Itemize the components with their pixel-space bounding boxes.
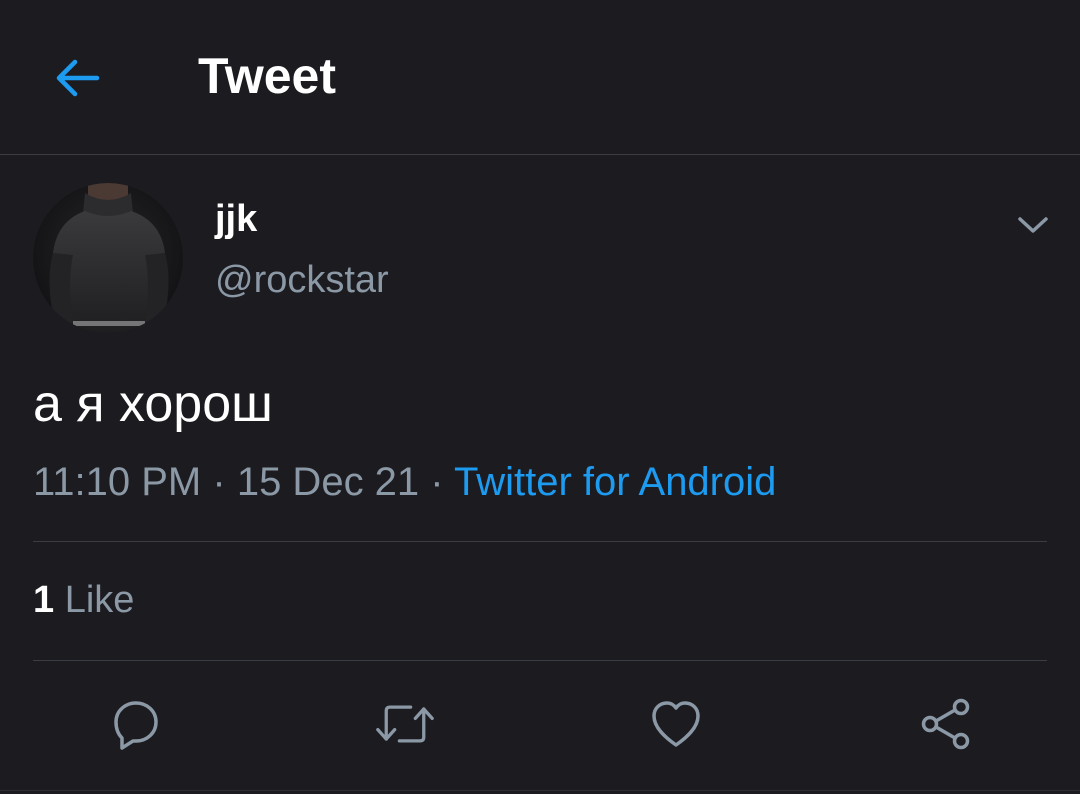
arrow-left-icon (56, 59, 100, 97)
reply-button[interactable] (106, 694, 166, 754)
likes-label: Like (64, 579, 135, 621)
back-button[interactable] (44, 46, 110, 110)
likes-count-link[interactable]: 1 Like (33, 576, 134, 624)
tweet-date: 15 Dec 21 (236, 460, 420, 504)
reply-icon (114, 701, 158, 750)
tweet-time: 11:10 PM (33, 460, 202, 504)
author-display-name[interactable]: jjk (215, 195, 257, 243)
divider (33, 541, 1047, 542)
tweet-text: а я хорош (33, 375, 273, 433)
avatar[interactable] (33, 183, 183, 333)
meta-separator: · (430, 460, 444, 504)
tweet-source-link[interactable]: Twitter for Android (454, 460, 776, 504)
chevron-down-icon (1018, 217, 1048, 233)
tweet-meta: 11:10 PM · 15 Dec 21 · Twitter for Andro… (33, 456, 776, 508)
meta-separator: · (212, 460, 226, 504)
share-icon (921, 698, 970, 750)
retweet-icon (376, 705, 434, 743)
share-button[interactable] (916, 694, 976, 754)
heart-icon (652, 701, 700, 747)
page-title: Tweet (198, 48, 336, 104)
like-button[interactable] (646, 694, 706, 754)
author-handle[interactable]: @rockstar (215, 256, 389, 304)
divider (33, 660, 1047, 661)
likes-count: 1 (33, 579, 55, 621)
tweet-menu-button[interactable] (1008, 200, 1058, 250)
top-app-bar: Tweet (0, 0, 1080, 155)
divider (0, 790, 1080, 791)
retweet-button[interactable] (375, 694, 435, 754)
avatar-image (33, 183, 183, 333)
